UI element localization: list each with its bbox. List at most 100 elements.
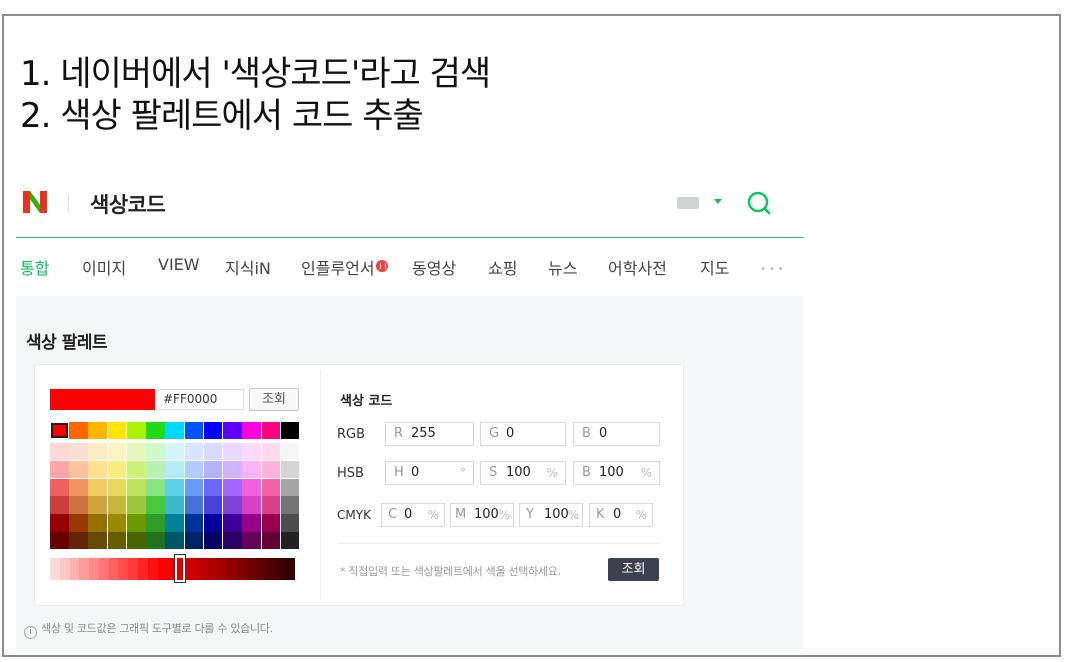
color-swatch[interactable] — [146, 460, 165, 478]
color-swatch[interactable] — [126, 422, 146, 440]
color-swatch[interactable] — [203, 460, 223, 478]
shade-slider-handle[interactable] — [174, 554, 186, 583]
color-swatch[interactable] — [126, 442, 146, 461]
color-swatch[interactable] — [146, 442, 165, 461]
color-swatch[interactable] — [69, 422, 88, 440]
color-swatch[interactable] — [107, 422, 127, 440]
color-swatch[interactable] — [146, 422, 165, 440]
color-swatch[interactable] — [69, 496, 88, 514]
color-swatch[interactable] — [280, 532, 300, 550]
shade-step[interactable] — [98, 558, 109, 580]
shade-step[interactable] — [245, 558, 256, 580]
shade-step[interactable] — [265, 558, 276, 580]
color-swatch[interactable] — [203, 514, 223, 532]
shade-step[interactable] — [157, 558, 168, 580]
color-swatch[interactable] — [223, 532, 242, 550]
color-swatch[interactable] — [50, 442, 69, 461]
color-swatch[interactable] — [184, 514, 204, 532]
shade-step[interactable] — [187, 558, 197, 580]
color-swatch[interactable] — [223, 478, 242, 496]
tab-video[interactable]: 동영상 — [412, 255, 456, 279]
color-swatch[interactable] — [184, 460, 204, 478]
keyboard-icon[interactable] — [677, 197, 699, 209]
shade-step[interactable] — [147, 558, 158, 580]
color-swatch[interactable] — [280, 496, 300, 514]
color-swatch[interactable] — [165, 460, 184, 478]
color-swatch[interactable] — [107, 532, 127, 550]
shade-step[interactable] — [236, 558, 246, 580]
tab-dictionary[interactable]: 어학사전 — [608, 255, 667, 279]
rgb-g-field[interactable]: G0 — [480, 422, 566, 446]
color-swatch[interactable] — [165, 496, 184, 514]
color-swatch[interactable] — [184, 532, 204, 550]
color-swatch[interactable] — [50, 460, 69, 478]
color-swatch[interactable] — [88, 514, 108, 532]
tab-map[interactable]: 지도 — [700, 255, 729, 279]
color-swatch[interactable] — [50, 422, 69, 440]
tab-kin[interactable]: 지식iN — [225, 255, 271, 279]
shade-step[interactable] — [89, 558, 99, 580]
color-swatch[interactable] — [50, 514, 69, 532]
shade-step[interactable] — [206, 558, 217, 580]
color-swatch[interactable] — [242, 460, 261, 478]
color-swatch[interactable] — [242, 532, 261, 550]
color-swatch[interactable] — [146, 478, 165, 496]
code-lookup-button[interactable]: 조회 — [608, 558, 659, 581]
color-swatch[interactable] — [50, 532, 69, 550]
color-swatch[interactable] — [165, 442, 184, 461]
naver-logo-icon[interactable] — [22, 190, 48, 214]
color-swatch[interactable] — [107, 478, 127, 496]
color-swatch[interactable] — [223, 496, 242, 514]
color-swatch[interactable] — [242, 442, 261, 461]
tab-view[interactable]: VIEW — [158, 255, 200, 274]
color-swatch[interactable] — [165, 478, 184, 496]
color-swatch[interactable] — [203, 422, 223, 440]
shade-slider[interactable] — [50, 558, 295, 580]
color-swatch[interactable] — [242, 514, 261, 532]
cmyk-k-field[interactable]: K 0% — [589, 503, 653, 527]
cmyk-m-field[interactable]: M 100% — [450, 503, 514, 527]
color-swatch[interactable] — [261, 422, 281, 440]
color-swatch[interactable] — [146, 496, 165, 514]
shade-step[interactable] — [196, 558, 207, 580]
color-swatch[interactable] — [280, 478, 300, 496]
color-swatch[interactable] — [69, 514, 88, 532]
search-query[interactable]: 색상코드 — [90, 189, 166, 219]
color-swatch[interactable] — [280, 460, 300, 478]
color-swatch[interactable] — [203, 496, 223, 514]
hsb-s-field[interactable]: S 100% — [480, 461, 566, 485]
color-swatch[interactable] — [165, 514, 184, 532]
color-swatch[interactable] — [242, 422, 261, 440]
rgb-b-field[interactable]: B0 — [573, 422, 660, 446]
color-swatch[interactable] — [261, 460, 281, 478]
color-swatch[interactable] — [165, 532, 184, 550]
color-swatch[interactable] — [50, 496, 69, 514]
color-swatch[interactable] — [223, 422, 242, 440]
color-swatch[interactable] — [223, 442, 242, 461]
shade-step[interactable] — [226, 558, 237, 580]
color-swatch[interactable] — [280, 422, 300, 440]
color-swatch[interactable] — [280, 442, 300, 461]
tab-influencer[interactable]: 인플루언서 — [301, 255, 388, 279]
hsb-h-field[interactable]: H 0 ° — [385, 461, 474, 485]
color-swatch[interactable] — [126, 532, 146, 550]
shade-step[interactable] — [59, 558, 70, 580]
color-swatch[interactable] — [50, 478, 69, 496]
shade-step[interactable] — [108, 558, 119, 580]
tab-shopping[interactable]: 쇼핑 — [488, 255, 517, 279]
color-swatch[interactable] — [184, 442, 204, 461]
color-swatch[interactable] — [126, 496, 146, 514]
color-swatch[interactable] — [203, 478, 223, 496]
color-swatch[interactable] — [242, 478, 261, 496]
color-swatch[interactable] — [165, 422, 184, 440]
color-swatch[interactable] — [261, 442, 281, 461]
color-swatch[interactable] — [261, 532, 281, 550]
shade-step[interactable] — [255, 558, 266, 580]
cmyk-y-field[interactable]: Y 100% — [519, 503, 583, 527]
color-swatch[interactable] — [69, 478, 88, 496]
color-swatch[interactable] — [242, 496, 261, 514]
shade-step[interactable] — [285, 558, 295, 580]
color-swatch[interactable] — [88, 496, 108, 514]
color-swatch[interactable] — [203, 442, 223, 461]
shade-step[interactable] — [138, 558, 148, 580]
